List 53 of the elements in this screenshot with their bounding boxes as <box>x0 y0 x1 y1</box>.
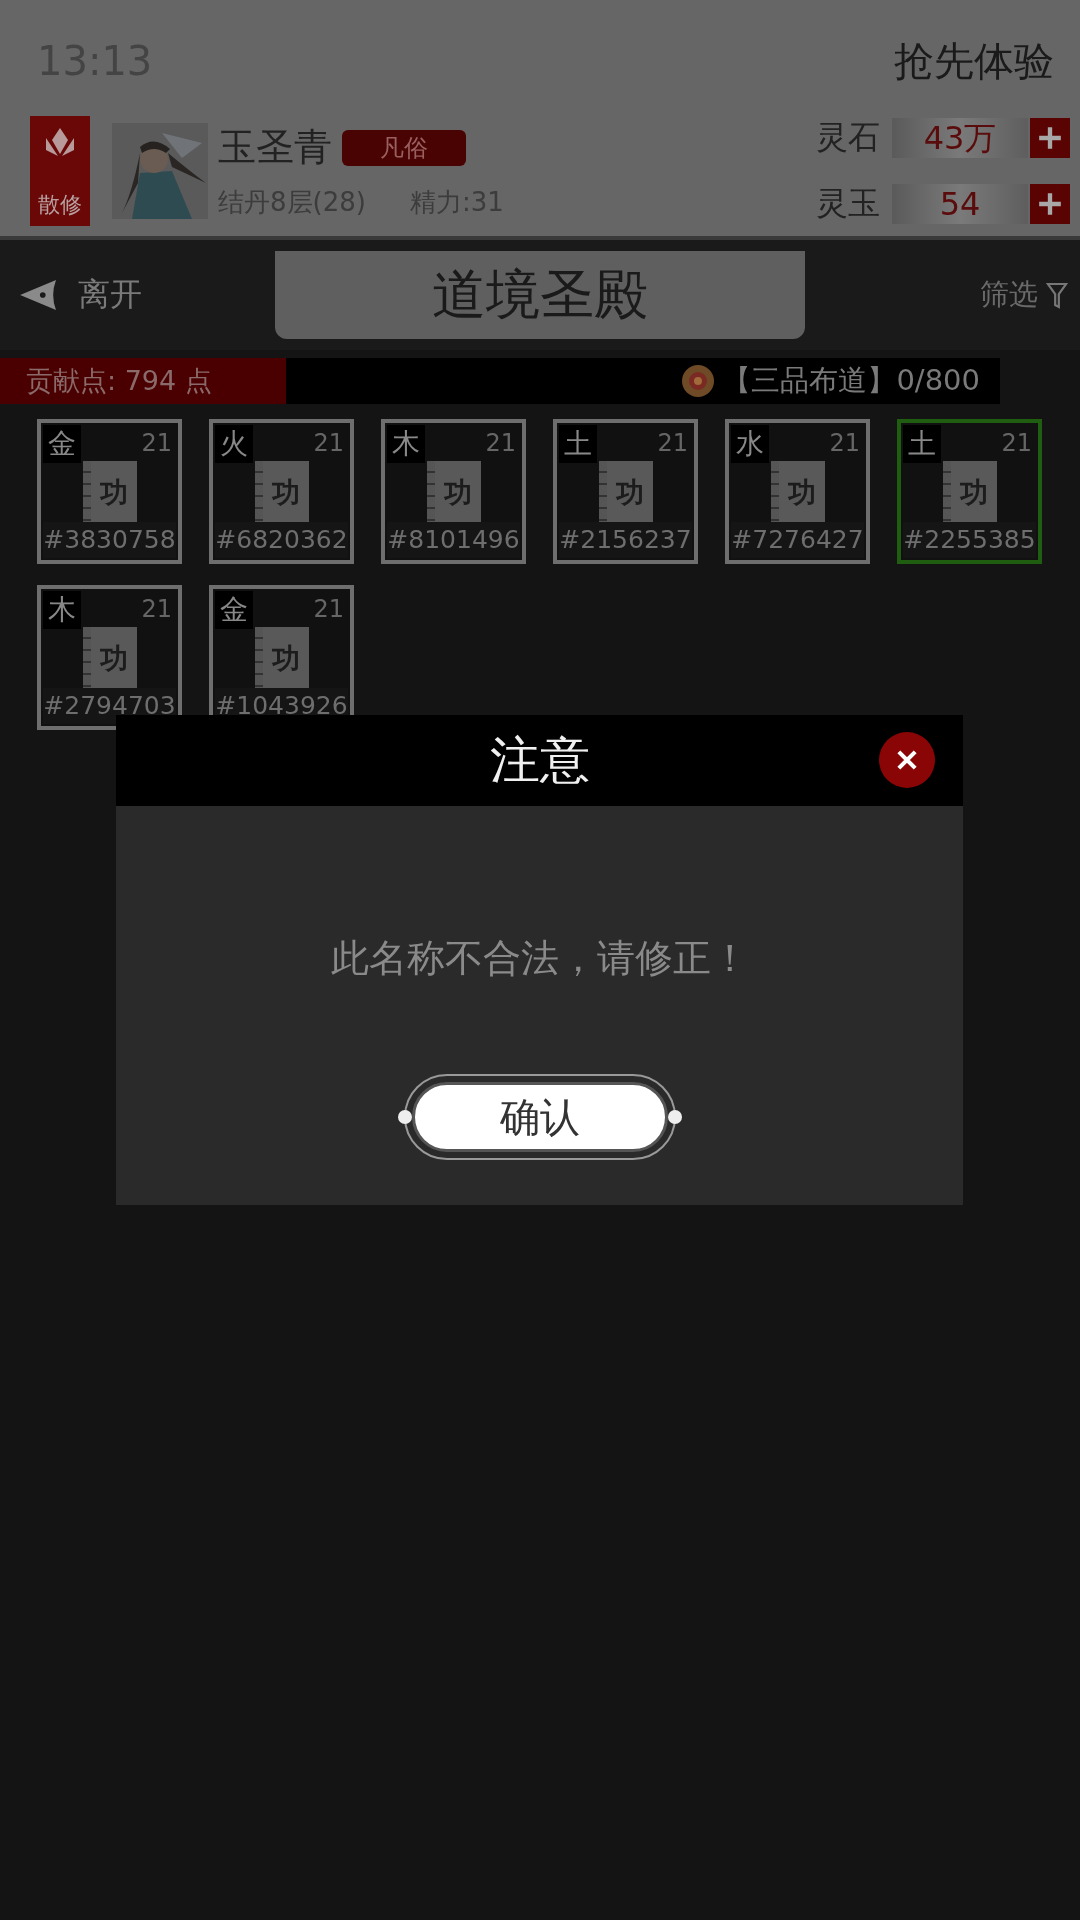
card-level: 21 <box>313 595 344 623</box>
element-label: 木 <box>43 591 81 629</box>
card-code: #8101496 <box>387 522 520 558</box>
card-code: #6820362 <box>215 522 348 558</box>
currency-label: 灵石 <box>816 117 880 158</box>
card-level: 21 <box>141 429 172 457</box>
currency-amount: 54 <box>892 184 1028 224</box>
contribution-points: 贡献点: 794 点 <box>0 358 286 404</box>
rank-tag: 凡俗 <box>342 129 466 166</box>
confirm-button[interactable]: 确认 <box>411 1082 668 1152</box>
skill-card[interactable]: 木 21 功 #2794703 <box>37 585 182 730</box>
page-title: 道境圣殿 <box>432 261 648 328</box>
card-code: #2255385 <box>903 522 1036 558</box>
skill-card[interactable]: 土 21 功 #2255385 <box>897 419 1042 564</box>
card-code: #7276427 <box>731 522 864 558</box>
element-label: 木 <box>387 425 425 463</box>
skill-card[interactable]: 水 21 功 #7276427 <box>725 419 870 564</box>
card-level: 21 <box>141 595 172 623</box>
element-label: 金 <box>43 425 81 463</box>
sect-label: 散修 <box>38 191 82 219</box>
card-level: 21 <box>657 429 688 457</box>
element-label: 金 <box>215 591 253 629</box>
skill-card[interactable]: 金 21 功 #3830758 <box>37 419 182 564</box>
add-button[interactable] <box>1030 118 1070 158</box>
plus-icon <box>1037 125 1063 151</box>
card-code: #3830758 <box>43 522 176 558</box>
player-name: 玉圣青 <box>218 124 332 171</box>
dialog-title: 注意 <box>489 730 590 791</box>
card-level: 21 <box>1001 429 1032 457</box>
currency-amount: 43万 <box>892 118 1028 158</box>
skill-card[interactable]: 木 21 功 #8101496 <box>381 419 526 564</box>
add-button[interactable] <box>1030 184 1070 224</box>
filter-icon <box>1046 281 1068 309</box>
filter-button[interactable]: 筛选 <box>980 275 1068 315</box>
element-label: 水 <box>731 425 769 463</box>
card-code: #2156237 <box>559 522 692 558</box>
early-access-label: 抢先体验 <box>894 36 1054 86</box>
plus-icon <box>1037 191 1063 217</box>
element-label: 土 <box>559 425 597 463</box>
dot-icon <box>667 1110 682 1124</box>
currency-label: 灵玉 <box>816 183 880 224</box>
element-label: 火 <box>215 425 253 463</box>
skill-card[interactable]: 火 21 功 #6820362 <box>209 419 354 564</box>
leave-button[interactable]: 离开 <box>18 273 258 317</box>
card-level: 21 <box>485 429 516 457</box>
medal-icon <box>680 363 717 399</box>
close-button[interactable] <box>879 732 935 788</box>
element-label: 土 <box>903 425 941 463</box>
card-level: 21 <box>829 429 860 457</box>
dot-icon <box>397 1110 412 1124</box>
card-level: 21 <box>313 429 344 457</box>
skill-card[interactable]: 土 21 功 #2156237 <box>553 419 698 564</box>
dialog-message: 此名称不合法，请修正！ <box>330 935 749 982</box>
